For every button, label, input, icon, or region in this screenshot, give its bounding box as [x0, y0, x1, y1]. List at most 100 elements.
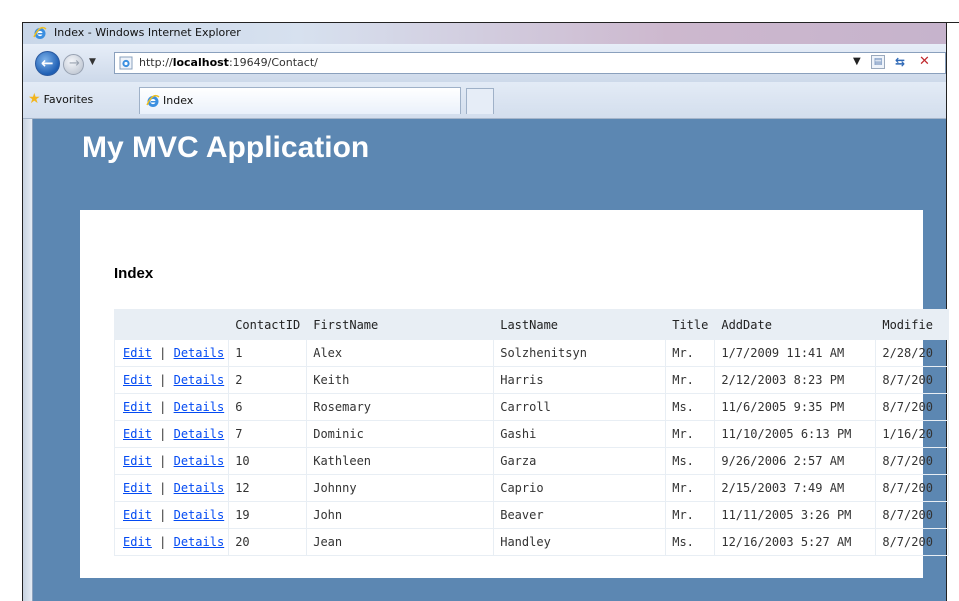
cell-contactid: 10 — [228, 447, 308, 475]
recent-pages-dropdown[interactable]: ▼ — [89, 57, 96, 67]
back-button[interactable]: ← — [35, 51, 60, 76]
details-link[interactable]: Details — [174, 535, 225, 549]
cell-adddate: 11/10/2005 6:13 PM — [714, 420, 877, 448]
cell-lastname: Gashi — [493, 420, 667, 448]
details-link[interactable]: Details — [174, 508, 225, 522]
link-separator: | — [159, 400, 167, 414]
cell-adddate: 11/11/2005 3:26 PM — [714, 501, 877, 529]
title-bar: Index - Windows Internet Explorer — [23, 23, 946, 44]
cell-contactid: 6 — [228, 393, 308, 421]
cell-title: Ms. — [665, 393, 716, 421]
cell-lastname: Caprio — [493, 474, 667, 502]
link-separator: | — [159, 535, 167, 549]
edit-link[interactable]: Edit — [123, 400, 152, 414]
stop-icon[interactable]: ✕ — [919, 54, 930, 69]
cell-modifieddate: 1/16/20 — [875, 420, 950, 448]
details-link[interactable]: Details — [174, 454, 225, 468]
column-header-modifieddate: Modifie — [875, 309, 950, 340]
address-bar[interactable]: http://localhost:19649/Contact/ ▼ ▤ ⇆ ✕ — [114, 52, 946, 74]
table-row: Edit | Details 10 Kathleen Garza Ms. 9/26/200… — [113, 447, 950, 475]
edit-link[interactable]: Edit — [123, 454, 152, 468]
forward-arrow-icon: → — [69, 56, 80, 71]
edit-link[interactable]: Edit — [123, 535, 152, 549]
tab-index[interactable]: Index — [139, 87, 461, 114]
url-scheme: http:// — [139, 56, 173, 69]
details-link[interactable]: Details — [174, 481, 225, 495]
cell-firstname: Rosemary — [306, 393, 495, 421]
details-link[interactable]: Details — [174, 400, 225, 414]
app-title: My MVC Application — [82, 131, 370, 164]
cell-actions: Edit | Details — [113, 501, 230, 529]
rss-feed-icon[interactable]: ▤ — [871, 55, 885, 69]
cell-title: Ms. — [665, 528, 716, 556]
edit-link[interactable]: Edit — [123, 427, 152, 441]
cell-adddate: 1/7/2009 11:41 AM — [714, 339, 877, 367]
details-link[interactable]: Details — [174, 373, 225, 387]
cell-firstname: John — [306, 501, 495, 529]
back-arrow-icon: ← — [41, 54, 54, 72]
table-row: Edit | Details 1 Alex Solzhenitsyn Mr. 1/7/20… — [113, 339, 950, 367]
cell-modifieddate: 8/7/200 — [875, 474, 950, 502]
contacts-table: ContactID FirstName LastName Title AddDa… — [113, 309, 950, 556]
table-row: Edit | Details 12 Johnny Caprio Mr. 2/15/2003… — [113, 474, 950, 502]
cell-adddate: 2/12/2003 8:23 PM — [714, 366, 877, 394]
cell-modifieddate: 8/7/200 — [875, 366, 950, 394]
cell-title: Mr. — [665, 366, 716, 394]
edit-link[interactable]: Edit — [123, 373, 152, 387]
cell-actions: Edit | Details — [113, 339, 230, 367]
details-link[interactable]: Details — [174, 346, 225, 360]
cell-title: Mr. — [665, 501, 716, 529]
cell-lastname: Handley — [493, 528, 667, 556]
link-separator: | — [159, 346, 167, 360]
edit-link[interactable]: Edit — [123, 481, 152, 495]
left-edge-strip — [23, 119, 33, 601]
table-header-row: ContactID FirstName LastName Title AddDa… — [113, 309, 950, 340]
column-header-lastname: LastName — [493, 309, 667, 340]
cell-firstname: Alex — [306, 339, 495, 367]
cell-lastname: Carroll — [493, 393, 667, 421]
details-link[interactable]: Details — [174, 427, 225, 441]
column-header-firstname: FirstName — [306, 309, 495, 340]
table-row: Edit | Details 19 John Beaver Mr. 11/11/2005 … — [113, 501, 950, 529]
cell-contactid: 19 — [228, 501, 308, 529]
cell-firstname: Keith — [306, 366, 495, 394]
column-header-contactid: ContactID — [228, 309, 308, 340]
tabs-bar: ★ Favorites Index — [23, 82, 946, 119]
column-header-adddate: AddDate — [714, 309, 877, 340]
page-heading: Index — [114, 265, 154, 282]
refresh-icon[interactable]: ⇆ — [895, 55, 905, 69]
cell-lastname: Solzhenitsyn — [493, 339, 667, 367]
forward-button[interactable]: → — [63, 54, 84, 75]
cell-actions: Edit | Details — [113, 420, 230, 448]
cell-firstname: Dominic — [306, 420, 495, 448]
cell-lastname: Beaver — [493, 501, 667, 529]
cell-actions: Edit | Details — [113, 393, 230, 421]
favorites-button[interactable]: ★ Favorites — [28, 91, 93, 107]
cell-firstname: Johnny — [306, 474, 495, 502]
cell-lastname: Garza — [493, 447, 667, 475]
cell-contactid: 2 — [228, 366, 308, 394]
cell-modifieddate: 8/7/200 — [875, 528, 950, 556]
internet-explorer-icon — [146, 94, 160, 107]
cell-firstname: Jean — [306, 528, 495, 556]
cell-title: Mr. — [665, 474, 716, 502]
cell-adddate: 9/26/2006 2:57 AM — [714, 447, 877, 475]
url-host: localhost — [172, 56, 229, 69]
cell-firstname: Kathleen — [306, 447, 495, 475]
internet-explorer-icon — [33, 26, 47, 39]
address-dropdown-icon[interactable]: ▼ — [853, 56, 861, 67]
url-path: :19649/Contact/ — [228, 56, 318, 69]
cell-contactid: 7 — [228, 420, 308, 448]
link-separator: | — [159, 508, 167, 522]
new-tab-button[interactable] — [466, 88, 494, 114]
cell-adddate: 2/15/2003 7:49 AM — [714, 474, 877, 502]
edit-link[interactable]: Edit — [123, 346, 152, 360]
cell-modifieddate: 8/7/200 — [875, 501, 950, 529]
link-separator: | — [159, 454, 167, 468]
table-row: Edit | Details 7 Dominic Gashi Mr. 11/10/2005… — [113, 420, 950, 448]
cell-title: Mr. — [665, 339, 716, 367]
tab-label: Index — [163, 94, 194, 107]
edit-link[interactable]: Edit — [123, 508, 152, 522]
cell-actions: Edit | Details — [113, 366, 230, 394]
address-url: http://localhost:19649/Contact/ — [139, 56, 318, 69]
